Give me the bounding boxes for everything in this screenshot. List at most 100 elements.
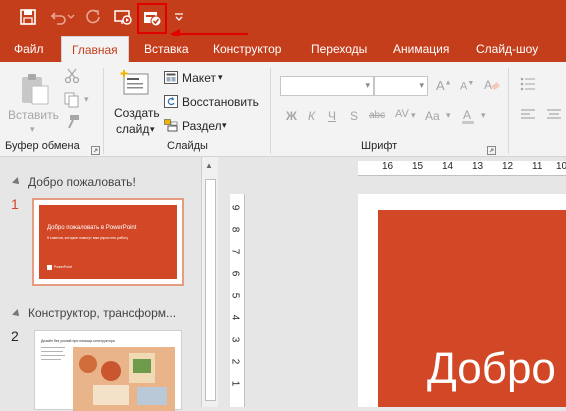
thumb2-text-line — [41, 355, 65, 356]
align-center-icon[interactable] — [546, 108, 562, 127]
tab-home[interactable]: Главная — [61, 36, 129, 63]
thumbnails-scrollbar[interactable]: ▲ — [201, 157, 218, 407]
cut-icon[interactable] — [64, 68, 80, 89]
thumb2-text-line — [41, 347, 65, 348]
font-color-dropdown-icon[interactable]: ▾ — [481, 110, 486, 121]
char-spacing-button[interactable]: AV — [395, 108, 409, 120]
underline-button[interactable]: Ч — [328, 109, 336, 123]
layout-icon[interactable] — [164, 71, 178, 89]
font-name-dropdown-icon[interactable]: ▾ — [365, 80, 370, 91]
svg-text:A: A — [484, 78, 492, 92]
tab-design[interactable]: Конструктор — [213, 36, 281, 62]
vertical-ruler: 9 8 7 6 5 4 3 2 1 — [229, 194, 245, 407]
layout-button[interactable]: Макет — [182, 71, 216, 85]
group-clipboard-label: Буфер обмена — [5, 140, 80, 152]
new-slide-dropdown-icon[interactable]: ▾ — [150, 124, 155, 135]
new-slide-icon[interactable] — [118, 68, 152, 105]
tab-animations[interactable]: Анимация — [393, 36, 449, 62]
strikethrough-button[interactable]: abc — [369, 110, 385, 121]
horizontal-ruler: 16 15 14 13 12 11 10 — [358, 161, 566, 176]
tab-transitions[interactable]: Переходы — [311, 36, 367, 62]
quick-access-toolbar — [0, 0, 566, 36]
svg-text:A: A — [463, 108, 471, 122]
font-size-combo[interactable]: ▾ — [374, 76, 428, 96]
bold-button[interactable]: Ж — [286, 109, 297, 123]
ruler-tick: 2 — [229, 358, 241, 365]
section-header-2[interactable]: Конструктор, трансформ... — [28, 306, 176, 320]
thumb2-text-line — [41, 351, 63, 352]
ruler-tick: 15 — [412, 161, 424, 172]
thumb2-text-line — [41, 359, 61, 360]
font-size-dropdown-icon[interactable]: ▾ — [419, 80, 424, 91]
slide-title-text[interactable]: Добро — [427, 344, 556, 394]
shadow-button[interactable]: S — [350, 109, 358, 123]
align-left-icon[interactable] — [520, 108, 536, 127]
thumb2-image — [73, 347, 175, 411]
ruler-tick: 6 — [229, 270, 241, 277]
paste-button[interactable]: Вставить — [8, 108, 59, 122]
redo-icon[interactable] — [82, 6, 104, 28]
section-icon[interactable] — [164, 119, 178, 137]
layout-dropdown-icon[interactable]: ▾ — [218, 72, 223, 83]
ruler-tick: 4 — [229, 314, 241, 321]
powerpoint-logo-icon — [47, 265, 52, 270]
increase-font-icon[interactable]: A▲ — [436, 78, 452, 93]
ruler-tick: 13 — [472, 161, 484, 172]
thumb1-subtitle: 5 советов, которые помогут вам упростить… — [47, 236, 129, 240]
annotation-arrow — [172, 33, 248, 35]
undo-dropdown-icon[interactable] — [66, 6, 76, 28]
char-spacing-dropdown-icon[interactable]: ▾ — [411, 110, 416, 121]
scroll-up-icon[interactable]: ▲ — [205, 161, 213, 170]
copy-dropdown-icon[interactable]: ▾ — [84, 94, 89, 105]
ruler-tick: 9 — [229, 204, 241, 211]
ruler-tick: 3 — [229, 336, 241, 343]
group-slides-label: Слайды — [167, 140, 208, 152]
slide-number-1: 1 — [11, 196, 19, 212]
thumb1-title: Добро пожаловать в PowerPoint — [47, 225, 137, 231]
section-button[interactable]: Раздел — [182, 119, 222, 133]
ribbon-tabs: Файл Главная Вставка Конструктор Переход… — [0, 36, 566, 63]
section-dropdown-icon[interactable]: ▾ — [222, 120, 227, 131]
change-case-dropdown-icon[interactable]: ▾ — [446, 110, 451, 121]
highlight-box — [137, 3, 167, 34]
slide-thumbnail-1[interactable]: Добро пожаловать в PowerPoint 5 советов,… — [32, 198, 184, 286]
format-painter-icon[interactable] — [64, 114, 80, 135]
slide-thumbnail-2[interactable]: Дизайн без усилий при помощи конструктор… — [34, 330, 182, 411]
new-slide-label-line2[interactable]: слайд — [116, 122, 149, 136]
ruler-tick: 1 — [229, 380, 241, 387]
tab-slideshow[interactable]: Слайд-шоу — [476, 36, 538, 62]
group-font-label: Шрифт — [361, 140, 398, 152]
thumb2-title: Дизайн без усилий при помощи конструктор… — [41, 339, 115, 343]
font-color-icon[interactable]: A — [460, 107, 480, 130]
bullets-icon[interactable] — [520, 76, 536, 97]
font-name-combo[interactable]: ▾ — [280, 76, 374, 96]
clear-format-icon[interactable]: A — [483, 76, 501, 99]
ruler-tick: 10 — [556, 161, 566, 172]
scrollbar-thumb[interactable] — [205, 179, 216, 401]
copy-icon[interactable] — [64, 92, 82, 113]
ruler-tick: 7 — [229, 248, 241, 255]
separator — [270, 68, 271, 154]
change-case-button[interactable]: Aa — [425, 109, 440, 123]
save-icon[interactable] — [17, 6, 39, 28]
customize-toolbar-icon[interactable] — [172, 6, 186, 28]
separator — [103, 68, 104, 154]
reset-button[interactable]: Восстановить — [182, 95, 259, 109]
ruler-tick: 5 — [229, 292, 241, 299]
paste-dropdown-icon[interactable]: ▾ — [30, 124, 35, 135]
ribbon: Вставить ▾ ▾ Буфер обмена Создать слайд … — [0, 62, 566, 157]
section-header-1[interactable]: Добро пожаловать! — [28, 175, 136, 189]
decrease-font-icon[interactable]: A▼ — [460, 80, 474, 93]
separator — [508, 68, 509, 154]
tab-file[interactable]: Файл — [14, 36, 44, 62]
tab-insert[interactable]: Вставка — [144, 36, 189, 62]
slide-number-2: 2 — [11, 328, 19, 344]
reset-icon[interactable] — [164, 95, 178, 113]
ruler-tick: 16 — [382, 161, 394, 172]
new-slide-label-line1[interactable]: Создать — [114, 106, 160, 120]
italic-button[interactable]: К — [308, 109, 315, 123]
paste-icon[interactable] — [18, 72, 50, 111]
ruler-tick: 14 — [442, 161, 454, 172]
ruler-tick: 11 — [532, 161, 543, 172]
start-from-beginning-icon[interactable] — [112, 6, 134, 28]
